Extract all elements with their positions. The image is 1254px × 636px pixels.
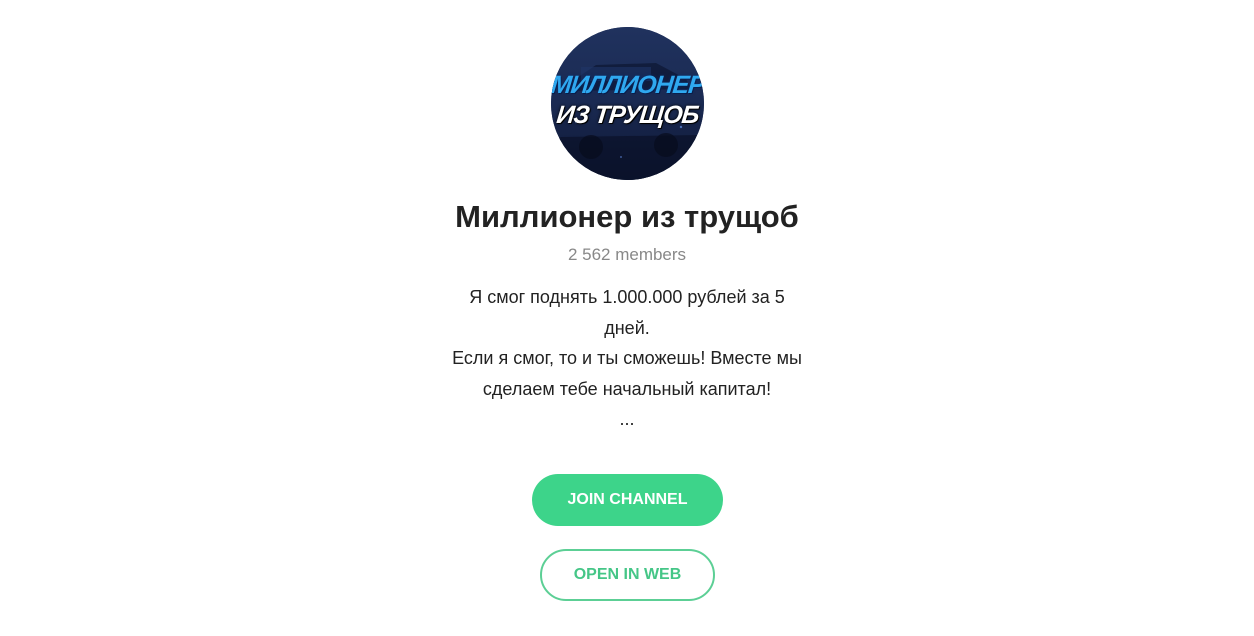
description-ellipsis: ... [619, 409, 635, 429]
description-line: Если я смог, то и ты сможешь! Вместе мы [452, 348, 802, 368]
description-line: сделаем тебе начальный капитал! [482, 378, 772, 399]
avatar-logo-line1: МИЛЛИОНЕР [551, 71, 704, 99]
join-channel-button[interactable]: JOIN CHANNEL [532, 474, 723, 526]
channel-description: Я смог поднять 1.000.000 рублей за 5 дне… [427, 282, 827, 435]
description-line: Я смог поднять 1.000.000 рублей за 5 [469, 287, 785, 307]
member-count: 2 562 members [567, 245, 687, 264]
channel-preview-page: МИЛЛИОНЕР ИЗ ТРУЩОБ Миллионер из трущоб … [0, 0, 1254, 636]
avatar-logo-line2: ИЗ ТРУЩОБ [555, 101, 700, 129]
channel-title: Миллионер из трущоб [455, 199, 799, 234]
description-line: дней. [604, 317, 650, 338]
open-in-web-button[interactable]: OPEN IN WEB [540, 549, 715, 601]
channel-avatar: МИЛЛИОНЕР ИЗ ТРУЩОБ [551, 27, 704, 180]
